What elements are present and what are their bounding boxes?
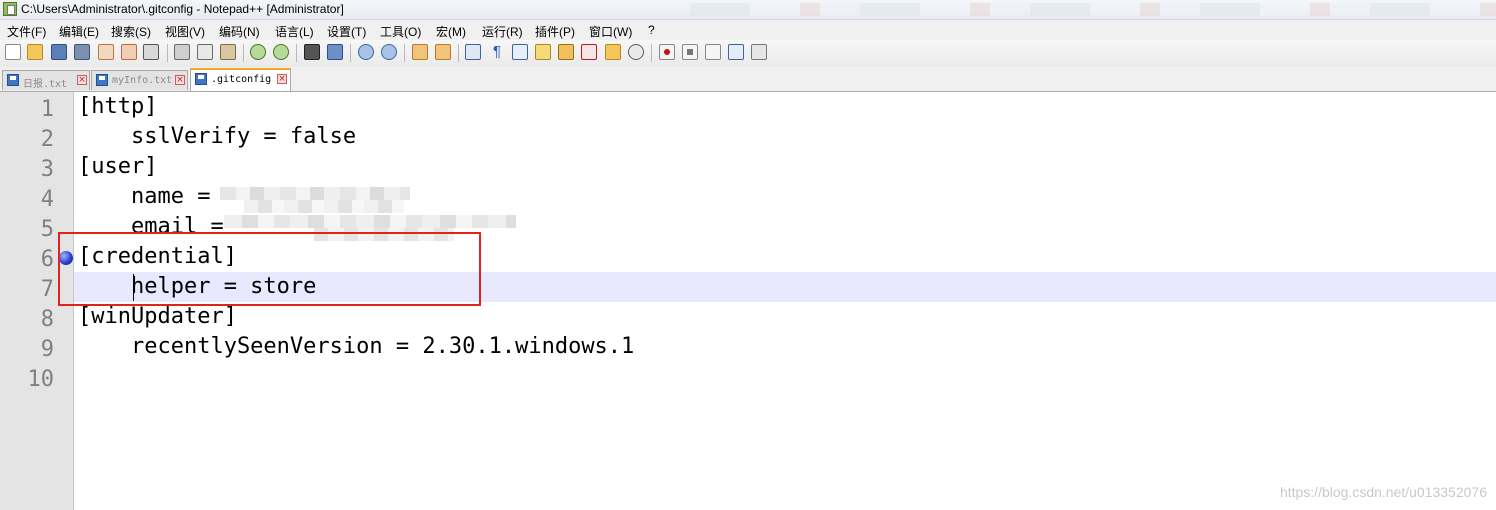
line-number: 10: [27, 367, 55, 392]
title-bar: C:\Users\Administrator\.gitconfig - Note…: [0, 0, 1496, 20]
line-number: 8: [40, 307, 54, 332]
code-line[interactable]: [user]: [74, 152, 1496, 182]
close-icon[interactable]: [98, 44, 114, 60]
cut-icon[interactable]: [174, 44, 190, 60]
toolbar-separator: [243, 44, 244, 62]
code-line[interactable]: [winUpdater]: [74, 302, 1496, 332]
tab-label: myInfo.txt: [112, 75, 173, 86]
menu-window[interactable]: 窗口(W): [589, 23, 632, 40]
menu-edit[interactable]: 编辑(E): [59, 23, 99, 40]
macro-record-icon[interactable]: [659, 44, 675, 60]
replace-icon[interactable]: [327, 44, 343, 60]
macro-stop-icon[interactable]: [682, 44, 698, 60]
word-wrap-icon[interactable]: [465, 44, 481, 60]
menu-bar: 文件(F) 编辑(E) 搜索(S) 视图(V) 编码(N) 语言(L) 设置(T…: [0, 20, 1496, 40]
code-line[interactable]: [74, 362, 1496, 392]
tab-close-icon[interactable]: ×: [77, 75, 87, 85]
tab-close-icon[interactable]: ×: [277, 74, 287, 84]
window-title: C:\Users\Administrator\.gitconfig - Note…: [21, 2, 344, 16]
copy-icon[interactable]: [197, 44, 213, 60]
code-line[interactable]: sslVerify = false: [74, 122, 1496, 152]
new-file-icon[interactable]: [5, 44, 21, 60]
line-number: 9: [40, 337, 54, 362]
folder-workspace-icon[interactable]: [605, 44, 621, 60]
toolbar-separator: [167, 44, 168, 62]
toolbar-separator: [296, 44, 297, 62]
toolbar: ¶: [0, 40, 1496, 68]
redacted-email: [224, 215, 516, 228]
tab-bar: 日报.txt × myInfo.txt × .gitconfig ×: [0, 67, 1496, 92]
line-number: 6: [40, 247, 54, 272]
save-all-icon[interactable]: [74, 44, 90, 60]
doc-map-icon[interactable]: [558, 44, 574, 60]
code-line[interactable]: [http]: [74, 92, 1496, 122]
open-file-icon[interactable]: [27, 44, 43, 60]
code-text: recentlySeenVersion = 2.30.1.windows.1: [78, 334, 635, 359]
tab-label: .gitconfig: [211, 74, 272, 85]
code-text: sslVerify = false: [78, 124, 357, 149]
watermark: https://blog.csdn.net/u013352076: [1279, 484, 1487, 500]
blurred-background-tabs: [690, 3, 1496, 16]
saved-file-icon: [96, 74, 108, 86]
find-icon[interactable]: [304, 44, 320, 60]
undo-icon[interactable]: [250, 44, 266, 60]
menu-settings[interactable]: 设置(T): [327, 23, 366, 40]
toolbar-separator: [458, 44, 459, 62]
line-number: 7: [40, 277, 54, 302]
indent-guide-icon[interactable]: [512, 44, 528, 60]
tab-label: 日报.txt: [23, 79, 68, 90]
tab-daily-report[interactable]: 日报.txt ×: [2, 70, 90, 90]
menu-encoding[interactable]: 编码(N): [219, 23, 260, 40]
code-text: [http]: [78, 94, 158, 119]
saved-file-icon: [7, 74, 19, 86]
code-text: [user]: [78, 154, 158, 179]
user-language-icon[interactable]: [535, 44, 551, 60]
macro-run-multiple-icon[interactable]: [728, 44, 744, 60]
menu-macro[interactable]: 宏(M): [436, 23, 466, 40]
show-all-chars-icon[interactable]: ¶: [489, 44, 505, 60]
monitor-icon[interactable]: [628, 44, 644, 60]
code-text: name =: [78, 184, 224, 209]
annotation-highlight-box: [58, 232, 481, 306]
macro-save-icon[interactable]: [751, 44, 767, 60]
print-icon[interactable]: [143, 44, 159, 60]
paste-icon[interactable]: [220, 44, 236, 60]
sync-horizontal-icon[interactable]: [435, 44, 451, 60]
menu-language[interactable]: 语言(L): [275, 23, 314, 40]
menu-file[interactable]: 文件(F): [7, 23, 46, 40]
toolbar-separator: [651, 44, 652, 62]
line-number: 5: [40, 217, 54, 242]
zoom-out-icon[interactable]: [381, 44, 397, 60]
line-number: 3: [40, 157, 54, 182]
code-line[interactable]: recentlySeenVersion = 2.30.1.windows.1: [74, 332, 1496, 362]
menu-view[interactable]: 视图(V): [165, 23, 205, 40]
toolbar-separator: [404, 44, 405, 62]
redacted-name: [220, 187, 410, 200]
sync-vertical-icon[interactable]: [412, 44, 428, 60]
notepad-app-icon: [3, 2, 17, 16]
function-list-icon[interactable]: [581, 44, 597, 60]
line-number: 4: [40, 187, 54, 212]
tab-myinfo[interactable]: myInfo.txt ×: [91, 70, 188, 90]
menu-plugins[interactable]: 插件(P): [535, 23, 575, 40]
line-number: 2: [40, 127, 54, 152]
menu-run[interactable]: 运行(R): [482, 23, 523, 40]
code-text: [winUpdater]: [78, 304, 237, 329]
toolbar-separator: [350, 44, 351, 62]
save-icon[interactable]: [51, 44, 67, 60]
tab-close-icon[interactable]: ×: [175, 75, 185, 85]
saved-file-icon: [195, 73, 207, 85]
redo-icon[interactable]: [273, 44, 289, 60]
close-all-icon[interactable]: [121, 44, 137, 60]
menu-search[interactable]: 搜索(S): [111, 23, 151, 40]
macro-play-icon[interactable]: [705, 44, 721, 60]
line-number: 1: [40, 97, 54, 122]
code-line[interactable]: name =: [74, 182, 1496, 213]
zoom-in-icon[interactable]: [358, 44, 374, 60]
menu-tools[interactable]: 工具(O): [380, 23, 421, 40]
menu-help[interactable]: ?: [648, 23, 655, 37]
tab-gitconfig[interactable]: .gitconfig ×: [190, 68, 291, 91]
